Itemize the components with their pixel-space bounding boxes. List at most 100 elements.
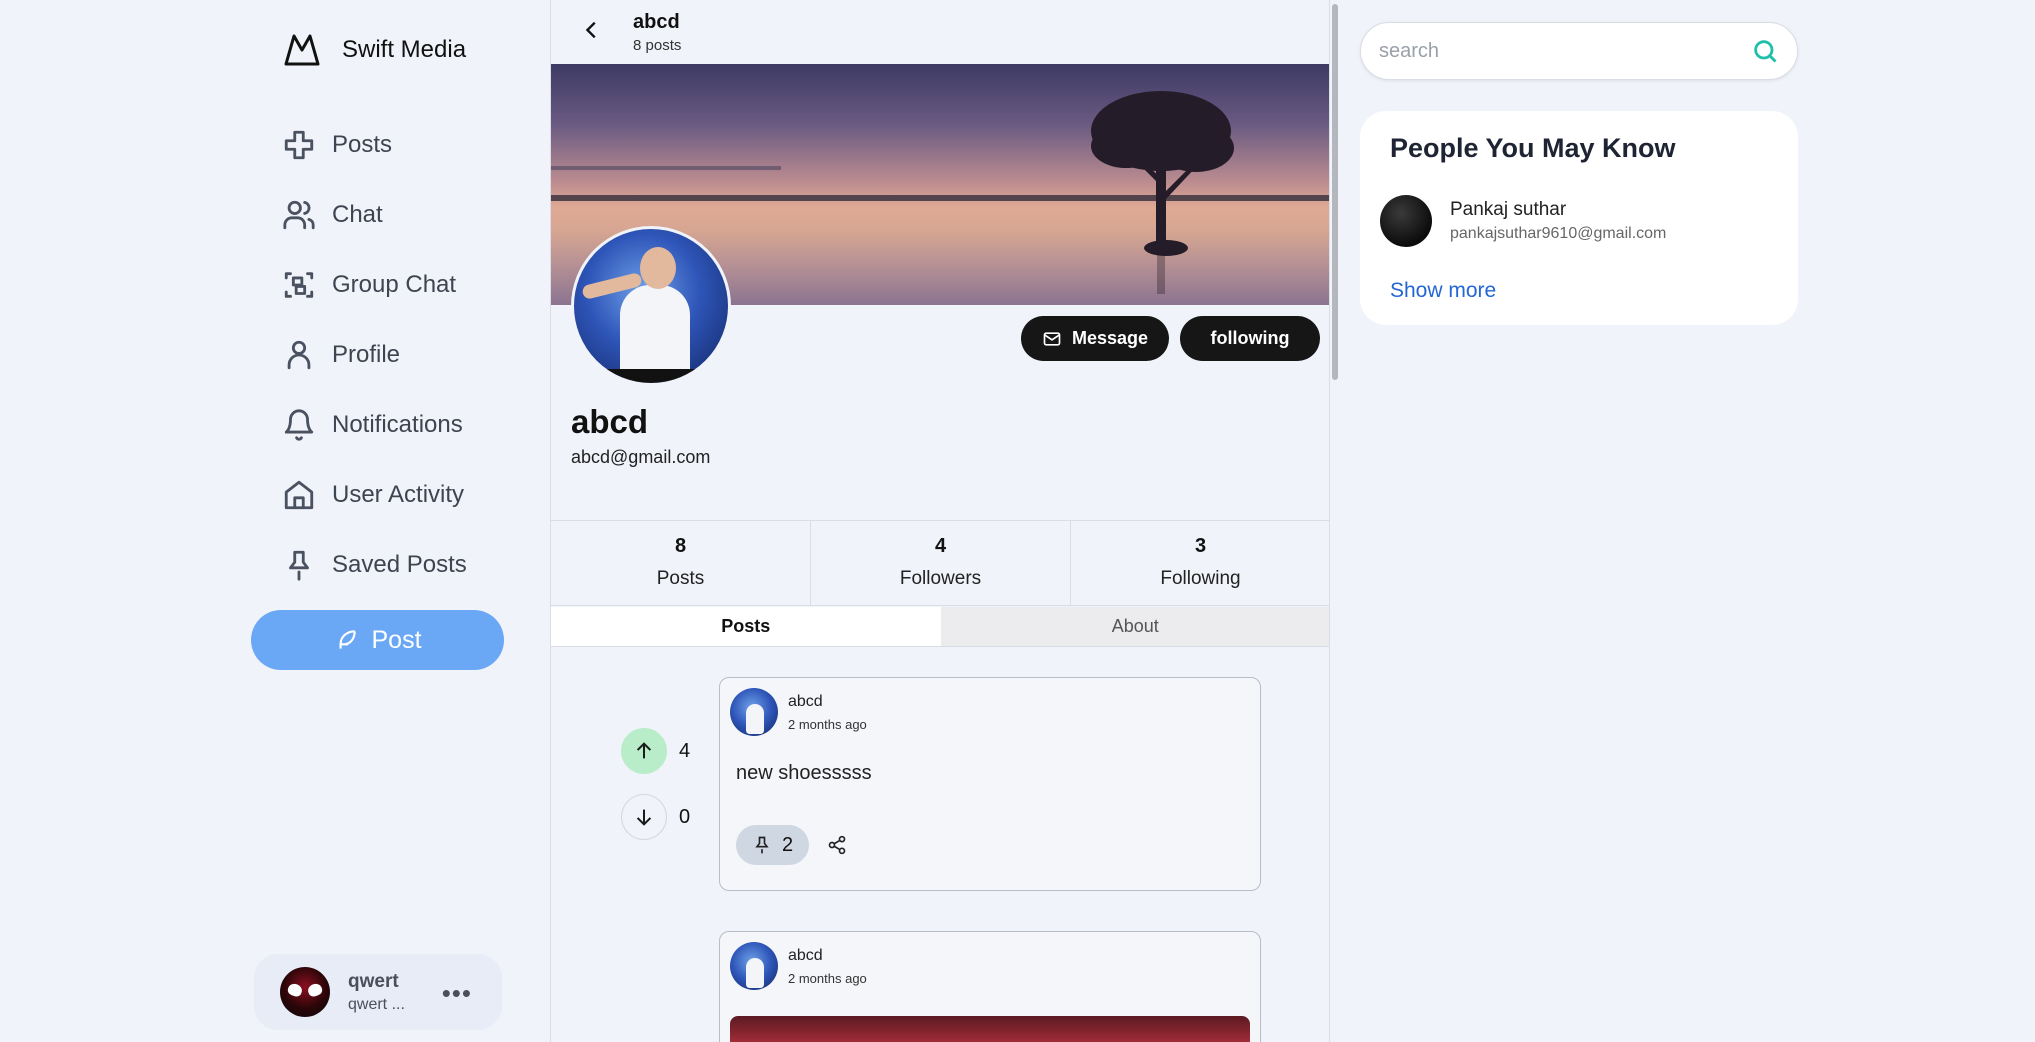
suggested-person[interactable]: Pankaj suthar pankajsuthar9610@gmail.com [1380, 195, 1666, 247]
post-image[interactable] [730, 1016, 1250, 1042]
stat-posts[interactable]: 8 Posts [551, 521, 811, 605]
post-text: new shoesssss [736, 762, 872, 784]
nav-label: Group Chat [332, 271, 457, 298]
post-button-label: Post [371, 625, 422, 654]
tree-silhouette [1091, 91, 1234, 294]
avatar[interactable] [1380, 195, 1432, 247]
vote-controls: 4 0 [621, 727, 690, 859]
post-actions: 2 [720, 785, 1260, 879]
nav-label: Chat [332, 201, 383, 228]
user-icon [287, 340, 311, 370]
suggested-person-info: Pankaj suthar pankajsuthar9610@gmail.com [1450, 199, 1666, 243]
nav-item-notifications[interactable]: Notifications [282, 390, 467, 460]
nav-label: Notifications [332, 411, 463, 438]
upvote-control: 4 [621, 727, 690, 775]
post-header: abcd 2 months ago [720, 678, 1260, 736]
search-input[interactable] [1379, 39, 1751, 63]
current-user-handle: qwert ... [348, 995, 405, 1013]
nav-label: Saved Posts [332, 551, 467, 578]
brand-name: Swift Media [342, 36, 467, 63]
main-nav: Posts Chat Group Chat Profile Notificati… [282, 110, 467, 600]
bell-icon [284, 409, 314, 441]
message-button-label: Message [1071, 328, 1149, 348]
users-icon [283, 200, 315, 230]
create-post-button[interactable]: Post [251, 610, 504, 670]
post-count-subtitle: 8 posts [633, 36, 682, 54]
avatar-figure-head [640, 247, 676, 289]
back-button[interactable] [581, 19, 603, 46]
stat-label: Posts [656, 568, 705, 589]
home-icon [284, 480, 314, 510]
nav-item-saved-posts[interactable]: Saved Posts [282, 530, 467, 600]
distant-land [551, 166, 781, 170]
downvote-count: 0 [679, 805, 691, 828]
profile-stats: 8 Posts 4 Followers 3 Following [551, 520, 1329, 606]
stat-label: Followers [899, 568, 982, 589]
stat-value: 3 [1194, 535, 1207, 557]
avatar-figure-base [574, 369, 728, 383]
nav-label: Profile [332, 341, 401, 368]
post-timestamp: 2 months ago [788, 970, 867, 986]
profile-topbar: abcd 8 posts [551, 0, 1329, 64]
nav-label: Posts [332, 131, 393, 158]
post-author[interactable]: abcd [788, 693, 867, 711]
profile-name: abcd [571, 403, 649, 440]
nav-item-posts[interactable]: Posts [282, 110, 467, 180]
mail-icon [1043, 331, 1061, 346]
stat-label: Following [1160, 568, 1241, 589]
pin-count: 2 [782, 833, 794, 856]
current-user-card[interactable]: qwert qwert ... ••• [254, 954, 502, 1030]
suggested-person-name[interactable]: Pankaj suthar [1450, 199, 1666, 221]
panel-title: People You May Know [1390, 133, 1676, 163]
people-you-may-know-panel: People You May Know Pankaj suthar pankaj… [1360, 111, 1798, 325]
tab-about[interactable]: About [940, 607, 1329, 646]
stat-value: 8 [674, 535, 687, 557]
arrow-up-icon [636, 742, 652, 759]
current-user-name: qwert [348, 970, 399, 992]
pin-button[interactable]: 2 [736, 825, 810, 865]
show-more-link[interactable]: Show more [1390, 279, 1496, 303]
current-user-info: qwert qwert ... [348, 971, 405, 1014]
scrollbar[interactable] [1332, 4, 1338, 380]
profile-avatar[interactable] [571, 226, 731, 386]
scan-group-icon [284, 272, 314, 298]
tab-posts[interactable]: Posts [551, 607, 941, 646]
nav-item-user-activity[interactable]: User Activity [282, 460, 467, 530]
feather-icon [339, 630, 357, 649]
post-timestamp: 2 months ago [788, 716, 867, 732]
post-card[interactable]: abcd 2 months ago new shoesssss 2 [719, 677, 1261, 891]
plus-cross-icon [284, 130, 314, 160]
nav-label: User Activity [332, 481, 465, 508]
following-button[interactable]: following [1180, 316, 1320, 361]
page-title: abcd [633, 10, 680, 33]
avatar[interactable] [730, 942, 778, 990]
arrow-down-icon [636, 809, 652, 826]
m-logo-icon [284, 34, 320, 66]
post-author-info: abcd 2 months ago [788, 947, 867, 986]
stat-followers[interactable]: 4 Followers [811, 521, 1071, 605]
share-button[interactable] [827, 835, 847, 855]
brand[interactable]: Swift Media [282, 30, 466, 70]
avatar[interactable] [730, 688, 778, 736]
more-options-icon[interactable]: ••• [442, 978, 472, 1009]
upvote-count: 4 [679, 739, 691, 762]
stat-value: 4 [934, 535, 947, 557]
upvote-button[interactable] [621, 728, 667, 774]
nav-item-chat[interactable]: Chat [282, 180, 467, 250]
nav-item-profile[interactable]: Profile [282, 320, 467, 390]
stat-following[interactable]: 3 Following [1071, 521, 1329, 605]
message-button[interactable]: Message [1021, 316, 1169, 361]
nav-item-group-chat[interactable]: Group Chat [282, 250, 467, 320]
profile-tabs: Posts About [551, 607, 1329, 647]
post-author[interactable]: abcd [788, 947, 867, 965]
post-card[interactable]: abcd 2 months ago [719, 931, 1261, 1042]
post-author-info: abcd 2 months ago [788, 693, 867, 732]
search-bar [1360, 22, 1798, 80]
downvote-button[interactable] [621, 794, 667, 840]
profile-email: abcd@gmail.com [571, 447, 711, 467]
avatar [280, 967, 330, 1017]
suggested-person-email: pankajsuthar9610@gmail.com [1450, 225, 1667, 242]
downvote-control: 0 [621, 793, 690, 841]
post-header: abcd 2 months ago [720, 932, 1260, 990]
search-icon[interactable] [1751, 37, 1779, 65]
